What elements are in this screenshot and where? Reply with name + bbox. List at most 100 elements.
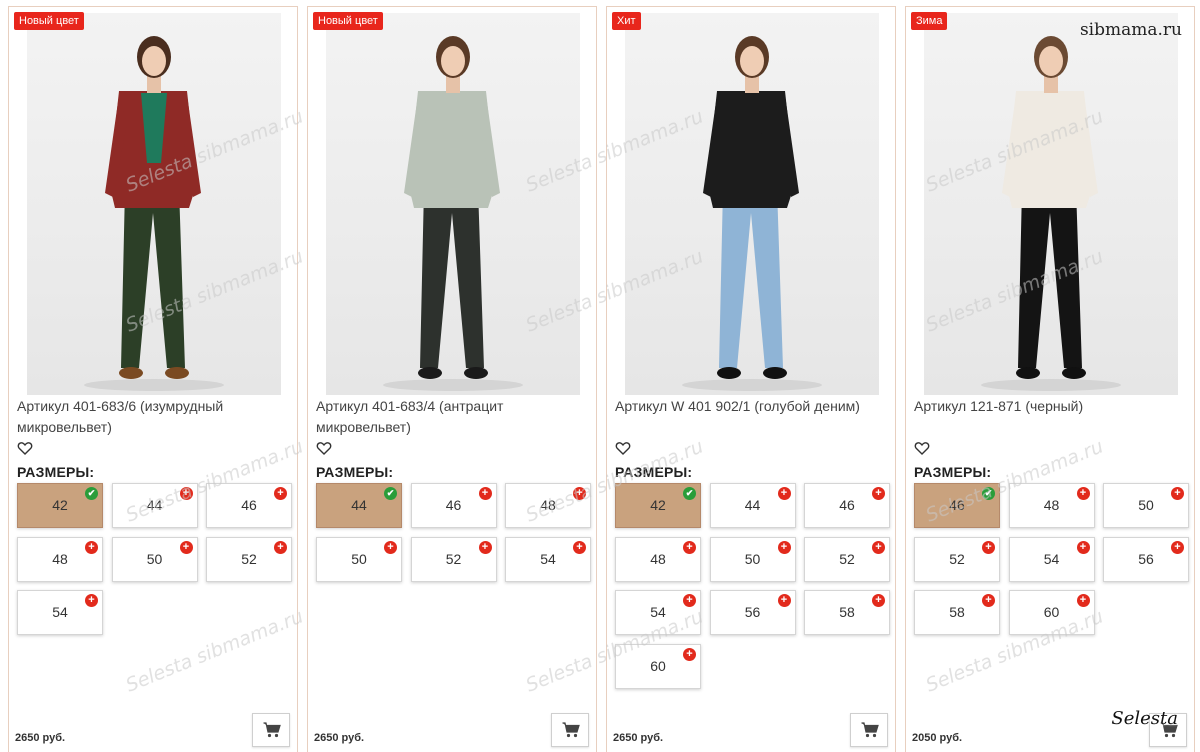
product-photo[interactable] xyxy=(625,13,879,395)
size-option-58[interactable]: 58 + xyxy=(804,590,890,635)
check-circle-icon: ✔ xyxy=(982,487,995,500)
size-label: 52 xyxy=(949,550,965,567)
size-option-46[interactable]: 46 + xyxy=(804,483,890,528)
product-title[interactable]: Артикул W 401 902/1 (голубой деним) xyxy=(615,396,887,417)
size-label: 56 xyxy=(744,604,761,620)
heart-icon[interactable] xyxy=(914,440,930,456)
size-option-50[interactable]: 50 + xyxy=(111,536,198,582)
size-label: 54 xyxy=(1043,550,1060,567)
sizes-label: РАЗМЕРЫ: xyxy=(914,464,992,480)
size-option-52[interactable]: 52 + xyxy=(804,536,890,582)
size-label: 44 xyxy=(744,497,761,513)
size-option-52[interactable]: 52 + xyxy=(914,536,1000,582)
heart-icon[interactable] xyxy=(316,440,332,456)
size-option-54[interactable]: 54 + xyxy=(1008,536,1095,582)
product-title[interactable]: Артикул 121-871 (черный) xyxy=(914,396,1186,417)
shoe-left xyxy=(119,367,143,379)
size-option-48[interactable]: 48 + xyxy=(615,536,701,582)
model-illustration xyxy=(981,36,1121,391)
shoe-left xyxy=(717,367,741,379)
add-to-cart-button[interactable] xyxy=(551,713,589,747)
plus-circle-icon: + xyxy=(872,540,885,554)
size-label: 46 xyxy=(949,497,965,513)
trousers xyxy=(1018,188,1082,368)
size-option-60[interactable]: 60 + xyxy=(615,643,701,689)
heart-icon[interactable] xyxy=(17,440,33,456)
size-label: 52 xyxy=(241,550,257,567)
plus-circle-icon: + xyxy=(384,540,397,554)
model-illustration xyxy=(84,36,224,391)
size-option-52[interactable]: 52 + xyxy=(206,536,292,582)
shoe-right xyxy=(1062,367,1086,379)
size-label: 48 xyxy=(540,497,556,513)
size-label: 50 xyxy=(146,550,163,567)
floor-shadow xyxy=(383,379,523,391)
size-option-42[interactable]: 42 ✔ xyxy=(17,483,103,528)
add-to-cart-button[interactable] xyxy=(252,713,290,747)
plus-circle-icon: + xyxy=(1171,487,1184,500)
shoe-left xyxy=(418,367,442,379)
product-badge: Хит xyxy=(612,12,641,30)
product-card: Новый цвет Артикул 401-683/4 (антрацит м… xyxy=(307,6,597,752)
size-option-54[interactable]: 54 + xyxy=(505,536,591,582)
shoe-right xyxy=(763,367,787,379)
size-option-60[interactable]: 60 + xyxy=(1008,590,1095,635)
trousers xyxy=(420,188,484,368)
product-photo[interactable] xyxy=(326,13,580,395)
shoe-right xyxy=(464,367,488,379)
size-option-50[interactable]: 50 + xyxy=(709,536,796,582)
size-label: 42 xyxy=(650,497,666,513)
product-price: 2650 руб. xyxy=(314,732,365,744)
size-option-48[interactable]: 48 + xyxy=(17,536,103,582)
plus-circle-icon: + xyxy=(777,594,791,607)
plus-circle-icon: + xyxy=(573,540,586,554)
shoe-right xyxy=(165,367,189,379)
size-label: 58 xyxy=(949,604,965,620)
shopping-cart-icon xyxy=(562,722,580,738)
sizes-label: РАЗМЕРЫ: xyxy=(17,464,95,480)
product-photo[interactable] xyxy=(924,13,1178,395)
sizes-label: РАЗМЕРЫ: xyxy=(316,464,394,480)
size-option-52[interactable]: 52 + xyxy=(410,536,497,582)
size-label: 46 xyxy=(839,497,855,513)
plus-circle-icon: + xyxy=(274,540,287,554)
product-price: 2650 руб. xyxy=(15,732,66,744)
size-option-46[interactable]: 46 + xyxy=(206,483,292,528)
size-option-54[interactable]: 54 + xyxy=(615,590,701,635)
size-option-56[interactable]: 56 + xyxy=(709,590,796,635)
trousers xyxy=(121,188,185,368)
face xyxy=(441,46,465,76)
size-option-56[interactable]: 56 + xyxy=(1103,536,1189,582)
size-option-48[interactable]: 48 + xyxy=(505,483,591,528)
plus-circle-icon: + xyxy=(872,594,885,607)
size-option-44[interactable]: 44 ✔ xyxy=(316,483,402,528)
size-option-58[interactable]: 58 + xyxy=(914,590,1000,635)
size-label: 50 xyxy=(351,550,367,567)
size-option-54[interactable]: 54 + xyxy=(17,590,103,635)
size-label: 48 xyxy=(650,550,666,567)
floor-shadow xyxy=(84,379,224,391)
size-label: 60 xyxy=(1043,604,1060,620)
size-option-42[interactable]: 42 ✔ xyxy=(615,483,701,528)
size-option-50[interactable]: 50 + xyxy=(316,536,402,582)
add-to-cart-button[interactable] xyxy=(850,713,888,747)
plus-circle-icon: + xyxy=(1076,487,1090,500)
site-watermark: sibmama.ru xyxy=(1079,20,1182,40)
product-photo[interactable] xyxy=(27,13,281,395)
size-option-46[interactable]: 46 + xyxy=(410,483,497,528)
plus-circle-icon: + xyxy=(872,487,885,500)
product-title[interactable]: Артикул 401-683/4 (антрацит микровельвет… xyxy=(316,396,588,438)
heart-icon[interactable] xyxy=(615,440,631,456)
size-option-50[interactable]: 50 + xyxy=(1103,483,1189,528)
plus-circle-icon: + xyxy=(274,487,287,500)
signature-watermark: Selesta xyxy=(1111,708,1178,729)
product-card: Хит Артикул W 401 902/1 (голубой деним) … xyxy=(606,6,896,752)
size-label: 44 xyxy=(146,497,163,513)
size-option-46[interactable]: 46 ✔ xyxy=(914,483,1000,528)
size-option-44[interactable]: 44 + xyxy=(111,483,198,528)
shopping-cart-icon xyxy=(861,722,879,738)
size-option-48[interactable]: 48 + xyxy=(1008,483,1095,528)
product-title[interactable]: Артикул 401-683/6 (изумрудный микровельв… xyxy=(17,396,289,438)
size-option-44[interactable]: 44 + xyxy=(709,483,796,528)
trousers xyxy=(719,188,783,368)
